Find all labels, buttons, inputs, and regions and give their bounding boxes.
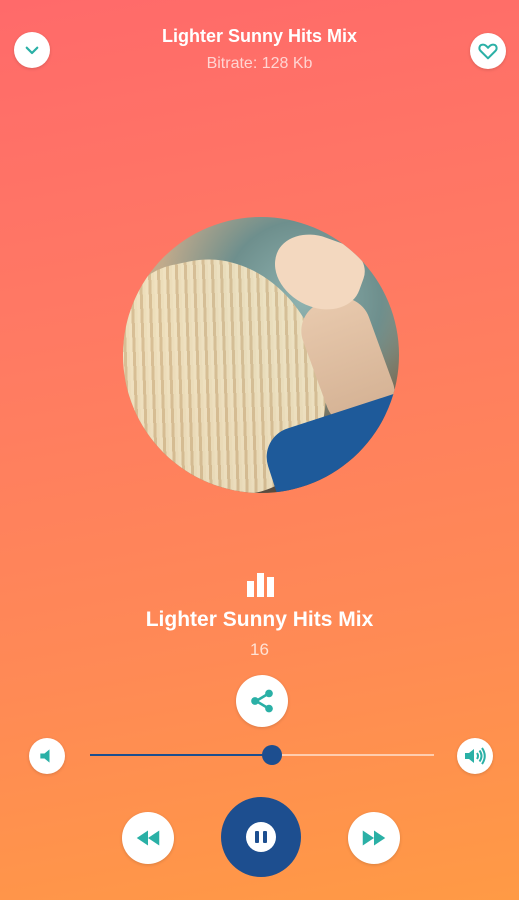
volume-low-icon: [40, 749, 50, 763]
fast-forward-button[interactable]: [348, 812, 400, 864]
track-number: 16: [250, 640, 269, 659]
volume-down-button[interactable]: [29, 738, 65, 774]
favorite-button[interactable]: [470, 33, 506, 69]
share-button[interactable]: [236, 675, 288, 727]
volume-slider-fill: [90, 754, 273, 756]
fast-forward-icon: [362, 830, 386, 846]
album-art: [123, 217, 399, 493]
volume-up-button[interactable]: [457, 738, 493, 774]
volume-slider-thumb[interactable]: [262, 745, 283, 765]
track-title: Lighter Sunny Hits Mix: [145, 608, 374, 631]
header-title: Lighter Sunny Hits Mix: [161, 26, 357, 46]
share-icon: [251, 689, 273, 713]
heart-icon: [478, 43, 498, 60]
rewind-icon: [136, 830, 160, 846]
equalizer-icon: [247, 573, 277, 597]
bitrate-label: Bitrate: 128 Kb: [206, 55, 313, 72]
volume-slider[interactable]: [90, 745, 434, 765]
rewind-button[interactable]: [122, 812, 174, 864]
pause-icon: [246, 822, 276, 852]
volume-high-icon: [465, 747, 486, 765]
pause-button[interactable]: [221, 797, 301, 877]
